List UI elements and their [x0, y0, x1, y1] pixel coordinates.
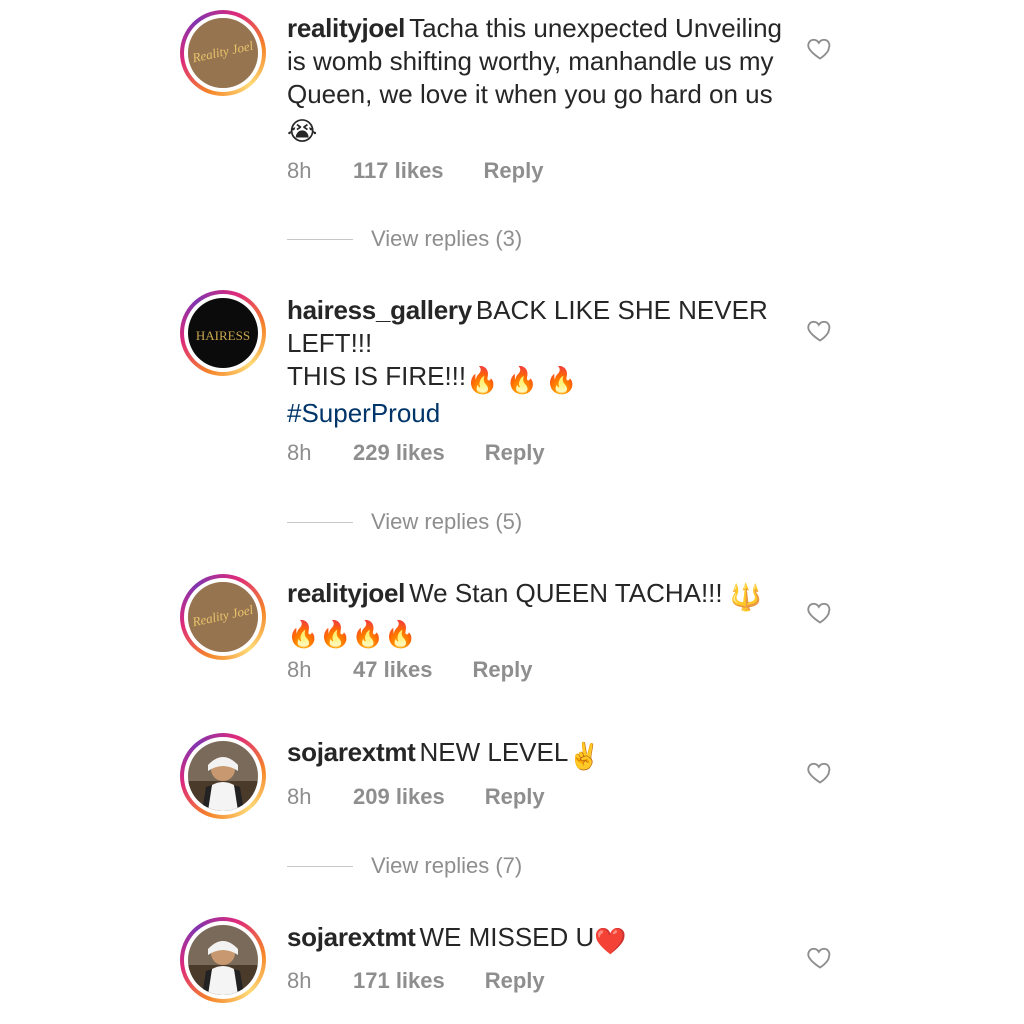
comment-likes[interactable]: 47 likes	[353, 657, 433, 683]
heart-icon[interactable]	[806, 598, 834, 626]
comment-username[interactable]: hairess_gallery	[287, 295, 472, 325]
heart-icon[interactable]	[806, 758, 834, 786]
comment-meta: 8h 229 likes Reply	[287, 440, 545, 466]
comment-meta: 8h 209 likes Reply	[287, 784, 545, 810]
avatar[interactable]	[180, 733, 266, 819]
heart-icon[interactable]	[806, 34, 834, 62]
comment-time: 8h	[287, 440, 312, 465]
divider-line	[287, 865, 353, 867]
comment-username[interactable]: sojarextmt	[287, 922, 416, 952]
view-replies-label: View replies (7)	[371, 853, 523, 878]
heart-icon[interactable]	[806, 943, 834, 971]
reply-button[interactable]: Reply	[484, 158, 544, 184]
view-replies-button[interactable]: View replies (5)	[287, 509, 522, 535]
reply-button[interactable]: Reply	[485, 440, 545, 466]
hashtag-link[interactable]: #SuperProud	[287, 398, 440, 428]
comment-body: sojarextmt WE MISSED U❤️	[287, 921, 787, 958]
comment-meta: 8h 47 likes Reply	[287, 657, 532, 683]
comment-text: We Stan QUEEN TACHA!!!	[409, 578, 723, 608]
comment-text: NEW LEVEL	[419, 737, 569, 767]
view-replies-button[interactable]: View replies (7)	[287, 853, 522, 879]
comment-body: realityjoel We Stan QUEEN TACHA!!! 🔱 🔥🔥🔥🔥	[287, 577, 787, 651]
comment-meta: 8h 171 likes Reply	[287, 968, 545, 994]
comment-body: realityjoel Tacha this unexpected Unveili…	[287, 12, 787, 148]
comment-username[interactable]: realityjoel	[287, 13, 405, 43]
view-replies-label: View replies (5)	[371, 509, 523, 534]
comment-likes[interactable]: 117 likes	[353, 158, 444, 184]
comment-likes[interactable]: 209 likes	[353, 784, 445, 810]
comment-body: hairess_gallery BACK LIKE SHE NEVER LEFT!…	[287, 294, 787, 430]
divider-line	[287, 521, 353, 523]
reply-button[interactable]: Reply	[485, 784, 545, 810]
avatar[interactable]: HAIRESS	[180, 290, 266, 376]
comment-meta: 8h 117 likes Reply	[287, 158, 543, 184]
avatar[interactable]: Reality Joel	[180, 10, 266, 96]
view-replies-label: View replies (3)	[371, 226, 523, 251]
comment-username[interactable]: realityjoel	[287, 578, 405, 608]
comment-text: WE MISSED U	[419, 922, 595, 952]
comment-time: 8h	[287, 968, 312, 993]
heart-icon[interactable]	[806, 316, 834, 344]
comment-time: 8h	[287, 657, 312, 682]
trident-emoji: 🔱	[729, 582, 763, 612]
reply-button[interactable]: Reply	[473, 657, 533, 683]
crying-face-emoji: 😭	[287, 116, 318, 146]
view-replies-button[interactable]: View replies (3)	[287, 226, 522, 252]
red-heart-emoji: ❤️	[594, 926, 627, 956]
fire-emoji: 🔥🔥🔥🔥	[287, 619, 417, 649]
comment-time: 8h	[287, 784, 312, 809]
fire-emoji: 🔥 🔥 🔥	[466, 365, 578, 395]
avatar[interactable]	[180, 917, 266, 1003]
reply-button[interactable]: Reply	[485, 968, 545, 994]
divider-line	[287, 238, 353, 240]
comment-text: THIS IS FIRE!!!	[287, 361, 467, 391]
victory-hand-emoji: ✌️	[568, 741, 601, 771]
comment-likes[interactable]: 171 likes	[353, 968, 445, 994]
comment-body: sojarextmt NEW LEVEL✌️	[287, 736, 787, 773]
avatar[interactable]: Reality Joel	[180, 574, 266, 660]
comment-time: 8h	[287, 158, 312, 183]
comment-likes[interactable]: 229 likes	[353, 440, 445, 466]
comment-username[interactable]: sojarextmt	[287, 737, 416, 767]
avatar-logo-text: HAIRESS	[196, 328, 250, 343]
